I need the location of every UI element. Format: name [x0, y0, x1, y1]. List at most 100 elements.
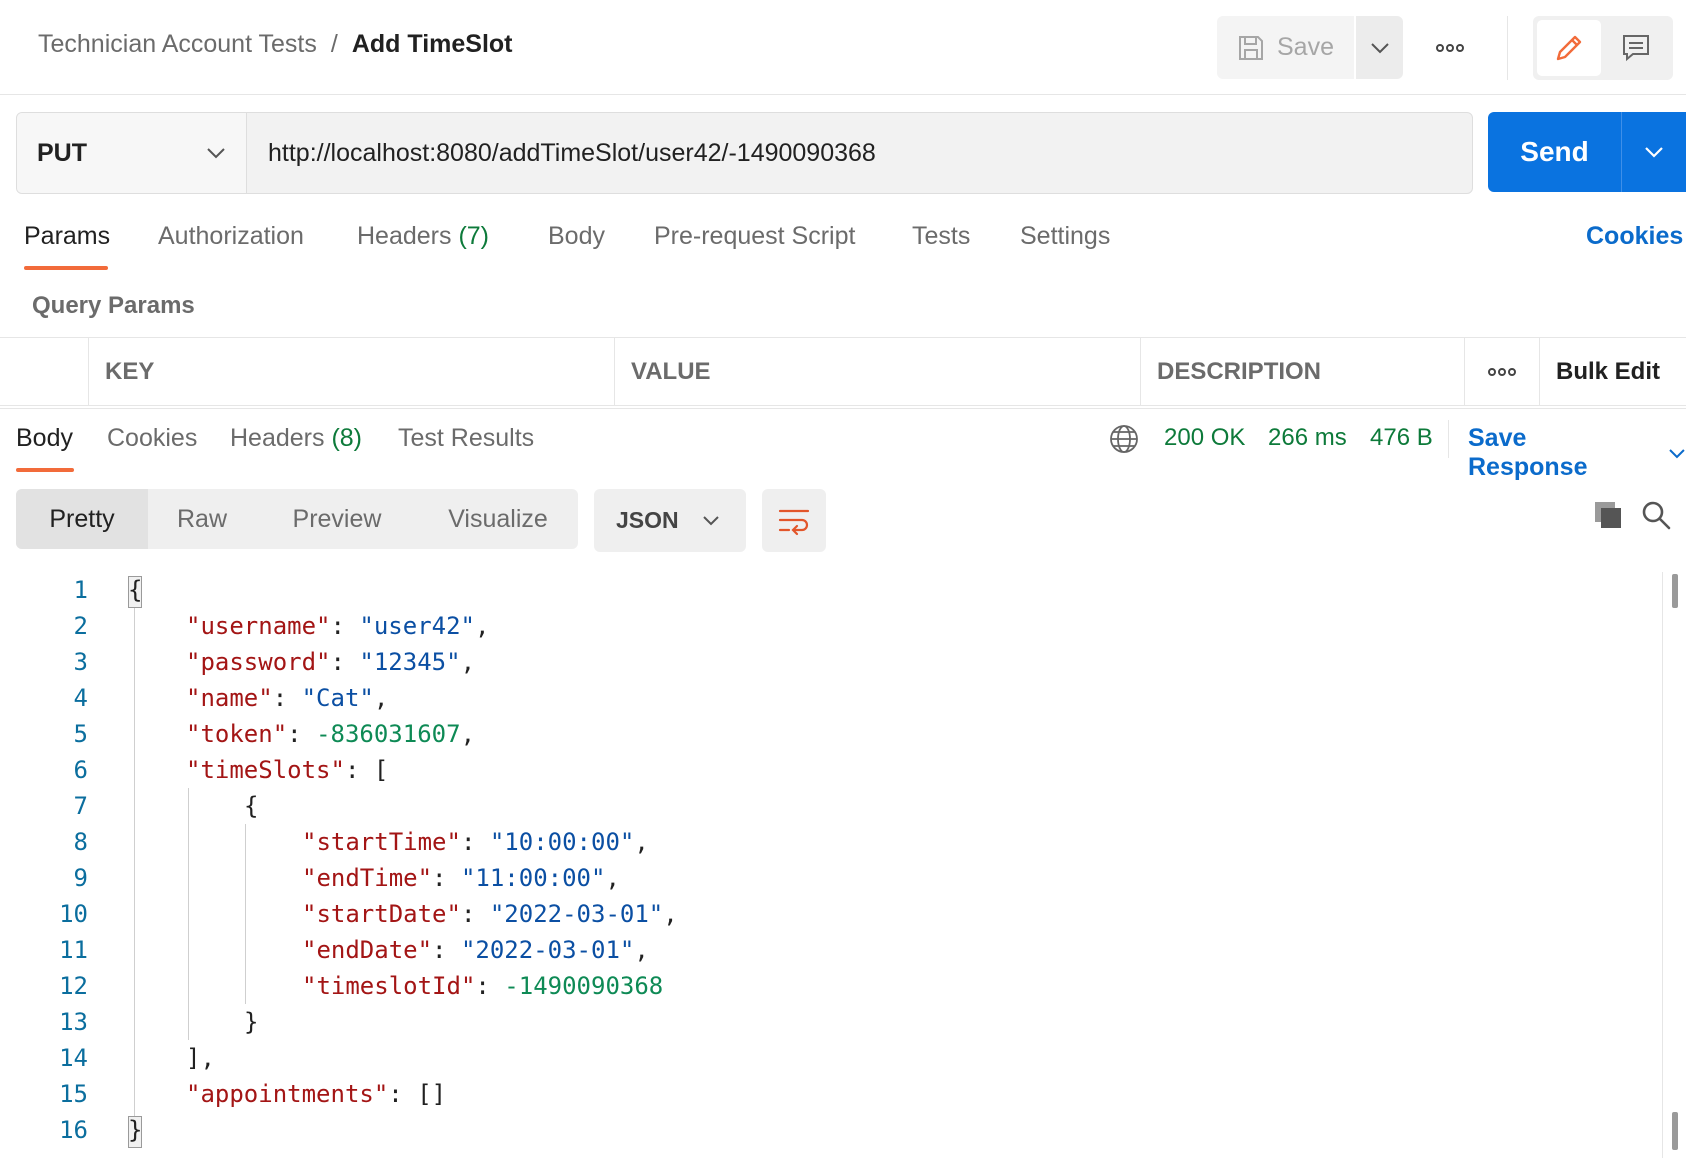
chevron-down-icon — [703, 516, 719, 526]
copy-button[interactable] — [1592, 499, 1624, 536]
tab-tests[interactable]: Tests — [912, 222, 970, 251]
comments-button[interactable] — [1604, 20, 1668, 76]
wrap-lines-icon — [778, 509, 810, 535]
json-punctuation: } — [128, 1116, 143, 1144]
code-text: "timeslotId": -1490090368 — [302, 972, 664, 1000]
save-options-dropdown[interactable] — [1356, 16, 1403, 79]
column-options-button[interactable] — [1464, 338, 1539, 405]
tab-tests-label: Tests — [912, 222, 971, 250]
json-punctuation: { — [244, 792, 259, 820]
breadcrumb-separator: / — [330, 30, 338, 58]
ellipsis-icon — [1488, 367, 1516, 376]
tab-params[interactable]: Params — [24, 222, 110, 251]
json-punctuation: , — [460, 720, 476, 748]
save-response-label: Save Response — [1468, 424, 1588, 481]
code-text: "name": "Cat", — [186, 684, 389, 712]
response-tab-test-results-label: Test Results — [398, 424, 535, 452]
wrap-lines-button[interactable] — [762, 489, 826, 552]
json-key: "endTime" — [302, 864, 433, 892]
line-number: 12 — [59, 972, 88, 1000]
response-status-code[interactable]: 200 OK — [1164, 424, 1245, 452]
response-tab-test-results[interactable]: Test Results — [398, 424, 534, 453]
tab-headers-label: Headers — [357, 222, 452, 250]
response-body-editor[interactable]: 1 {2 "username": "user42", 3 "password": "12… — [0, 572, 1660, 1152]
tab-authorization[interactable]: Authorization — [158, 222, 304, 251]
view-mode-group: Pretty Raw Preview Visualize — [16, 489, 578, 549]
line-number: 2 — [73, 612, 88, 640]
view-mode-visualize[interactable]: Visualize — [418, 489, 578, 549]
cookies-link[interactable]: Cookies — [1586, 222, 1683, 251]
edit-mode-button[interactable] — [1537, 20, 1601, 76]
json-value: "2022-03-01" — [460, 936, 635, 964]
json-punctuation: { — [128, 576, 143, 604]
json-punctuation: , — [605, 864, 620, 892]
editor-scrollbar-border — [1662, 572, 1663, 1158]
json-value: "12345" — [359, 648, 461, 676]
json-value: "2022-03-01" — [489, 900, 664, 928]
save-response-button[interactable]: Save Response — [1468, 424, 1686, 482]
editor-scrollbar-thumb[interactable] — [1672, 574, 1678, 608]
line-number: 4 — [73, 684, 88, 712]
breadcrumb-collection-link[interactable]: Technician Account Tests — [38, 30, 317, 58]
tab-settings[interactable]: Settings — [1020, 222, 1110, 251]
format-value: JSON — [616, 507, 679, 533]
bulk-edit-button[interactable]: Bulk Edit — [1539, 338, 1686, 405]
format-select[interactable]: JSON — [594, 489, 746, 552]
code-text: "appointments": [] — [186, 1080, 447, 1108]
tab-body[interactable]: Body — [548, 222, 605, 251]
tab-headers-count: (7) — [458, 222, 490, 250]
query-params-title: Query Params — [32, 292, 195, 319]
status-divider — [1448, 420, 1449, 458]
code-text: "endTime": "11:00:00", — [302, 864, 620, 892]
line-number: 1 — [73, 576, 88, 604]
tab-pre-request-script[interactable]: Pre-request Script — [654, 222, 855, 251]
query-params-table: KEY VALUE DESCRIPTION Bulk Edit — [0, 337, 1686, 406]
response-tab-headers[interactable]: Headers (8) — [230, 424, 362, 453]
json-value: -836031607 — [316, 720, 461, 748]
json-key: "timeslotId" — [302, 972, 476, 1000]
json-punctuation: ], — [186, 1044, 215, 1072]
tab-body-label: Body — [548, 222, 605, 250]
code-text: { — [244, 788, 258, 824]
json-value: "11:00:00" — [460, 864, 606, 892]
globe-icon — [1110, 425, 1138, 453]
code-text: } — [244, 1004, 258, 1040]
line-number: 13 — [59, 1008, 88, 1036]
more-actions-button[interactable] — [1430, 28, 1470, 68]
json-punctuation: , — [634, 828, 649, 856]
save-button[interactable]: Save — [1217, 16, 1354, 79]
response-tab-cookies[interactable]: Cookies — [107, 424, 197, 453]
response-tab-body[interactable]: Body — [16, 424, 73, 453]
save-button-label: Save — [1277, 33, 1334, 61]
url-input[interactable] — [248, 113, 1448, 193]
code-text: ], — [186, 1040, 215, 1076]
line-number: 9 — [73, 864, 88, 892]
response-time[interactable]: 266 ms — [1268, 424, 1347, 452]
send-options-dropdown[interactable] — [1622, 112, 1686, 192]
view-mode-preview[interactable]: Preview — [256, 489, 418, 549]
ellipsis-icon — [1436, 44, 1464, 52]
pencil-icon — [1556, 35, 1582, 61]
code-text: { — [128, 572, 142, 608]
header-divider — [1507, 16, 1508, 80]
send-button[interactable]: Send — [1488, 112, 1622, 192]
view-mode-pretty[interactable]: Pretty — [16, 489, 148, 549]
column-header-value: VALUE — [614, 338, 1140, 405]
response-size[interactable]: 476 B — [1370, 424, 1433, 452]
json-key: "startDate" — [302, 900, 461, 928]
tab-settings-label: Settings — [1020, 222, 1111, 250]
indent-guide — [188, 788, 189, 1040]
breadcrumb-request-name[interactable]: Add TimeSlot — [352, 30, 513, 58]
chevron-down-icon — [1645, 147, 1663, 158]
json-key: "appointments" — [186, 1080, 389, 1108]
view-mode-raw[interactable]: Raw — [148, 489, 256, 549]
network-info-button[interactable] — [1109, 424, 1139, 459]
code-text: "startTime": "10:00:00", — [302, 828, 649, 856]
search-button[interactable] — [1640, 499, 1672, 536]
tab-headers[interactable]: Headers (7) — [357, 222, 489, 251]
comment-icon — [1623, 35, 1649, 62]
json-punctuation: , — [663, 900, 678, 928]
http-method-select[interactable]: PUT — [17, 113, 247, 193]
indent-guide — [245, 824, 246, 1004]
json-punctuation: } — [244, 1008, 259, 1036]
